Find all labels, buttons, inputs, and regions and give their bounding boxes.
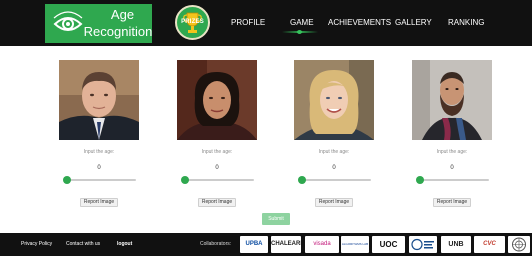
face-card-1: Input the age: 0 Report Image (59, 60, 139, 210)
age-prompt-1: Input the age: (83, 149, 115, 155)
slider-track (65, 179, 136, 181)
face-photo-1 (59, 60, 139, 140)
face-card-4: Input the age: 0 Report Image (412, 60, 492, 210)
report-image-button-2[interactable]: Report Image (198, 198, 236, 207)
slider-track (418, 179, 489, 181)
age-slider-4[interactable] (416, 176, 489, 184)
age-input-1[interactable]: 0 (80, 161, 118, 175)
collaborator-logo-university[interactable] (409, 236, 437, 253)
collaborator-logo-visada[interactable]: visada (305, 236, 339, 253)
slider-handle[interactable] (298, 176, 306, 184)
university-seal-icon (411, 238, 434, 251)
top-navigation-bar: Age Recognition PRIZES PROFILE GAME ACHI… (0, 0, 532, 46)
nav-achievements[interactable]: ACHIEVEMENTS (328, 18, 391, 27)
prizes-label: PRIZES (181, 19, 204, 25)
contact-link[interactable]: Contact with us (66, 241, 100, 247)
nav-profile[interactable]: PROFILE (231, 18, 265, 27)
face-card-3: Input the age: 0 Report Image (294, 60, 374, 210)
face-card-2: Input the age: 0 Report Image (177, 60, 257, 210)
face-photo-4 (412, 60, 492, 140)
collaborator-logo-seal[interactable] (508, 236, 530, 253)
age-input-4[interactable]: 0 (433, 161, 471, 175)
collaborator-logo-unb[interactable]: UNB (441, 236, 471, 253)
age-recognition-logo[interactable]: Age Recognition (45, 4, 152, 43)
report-image-button-3[interactable]: Report Image (315, 198, 353, 207)
slider-handle[interactable] (181, 176, 189, 184)
face-photo-3 (294, 60, 374, 140)
nav-game[interactable]: GAME (290, 18, 314, 27)
logo-title-line1: Age (110, 7, 135, 22)
submit-button[interactable]: Submit (262, 213, 290, 225)
age-input-2[interactable]: 0 (198, 161, 236, 175)
collaborator-logo-chalearn[interactable]: CHALEARN (271, 236, 301, 253)
logo-title-line2: Recognition (83, 24, 153, 39)
age-prompt-3: Input the age: (318, 149, 350, 155)
collaborator-logo-lab[interactable]: ALGORITHMS LAB (341, 236, 369, 253)
age-slider-3[interactable] (298, 176, 371, 184)
nav-gallery[interactable]: GALLERY (395, 18, 432, 27)
age-slider-2[interactable] (181, 176, 254, 184)
logout-link[interactable]: logout (117, 241, 132, 247)
age-input-3[interactable]: 0 (315, 161, 353, 175)
slider-track (300, 179, 371, 181)
nav-ranking[interactable]: RANKING (448, 18, 484, 27)
collaborators-label: Collaborators: (200, 241, 232, 247)
footer-bar: Privacy Policy Contact with us logout Co… (0, 233, 532, 256)
face-photo-2 (177, 60, 257, 140)
privacy-policy-link[interactable]: Privacy Policy (21, 241, 52, 247)
slider-track (183, 179, 254, 181)
prizes-button[interactable]: PRIZES (175, 5, 210, 40)
collaborator-logo-cvc[interactable]: CVC (474, 236, 505, 253)
age-prompt-2: Input the age: (201, 149, 233, 155)
slider-handle[interactable] (63, 176, 71, 184)
active-tab-dot (297, 30, 302, 34)
collaborator-logo-upba[interactable]: UPBA (240, 236, 268, 253)
report-image-button-1[interactable]: Report Image (80, 198, 118, 207)
crest-icon (512, 237, 526, 252)
report-image-button-4[interactable]: Report Image (433, 198, 471, 207)
age-prompt-4: Input the age: (436, 149, 468, 155)
age-slider-1[interactable] (63, 176, 136, 184)
slider-handle[interactable] (416, 176, 424, 184)
eye-icon (53, 11, 83, 31)
collaborator-logo-uoc[interactable]: UOC (372, 236, 405, 253)
